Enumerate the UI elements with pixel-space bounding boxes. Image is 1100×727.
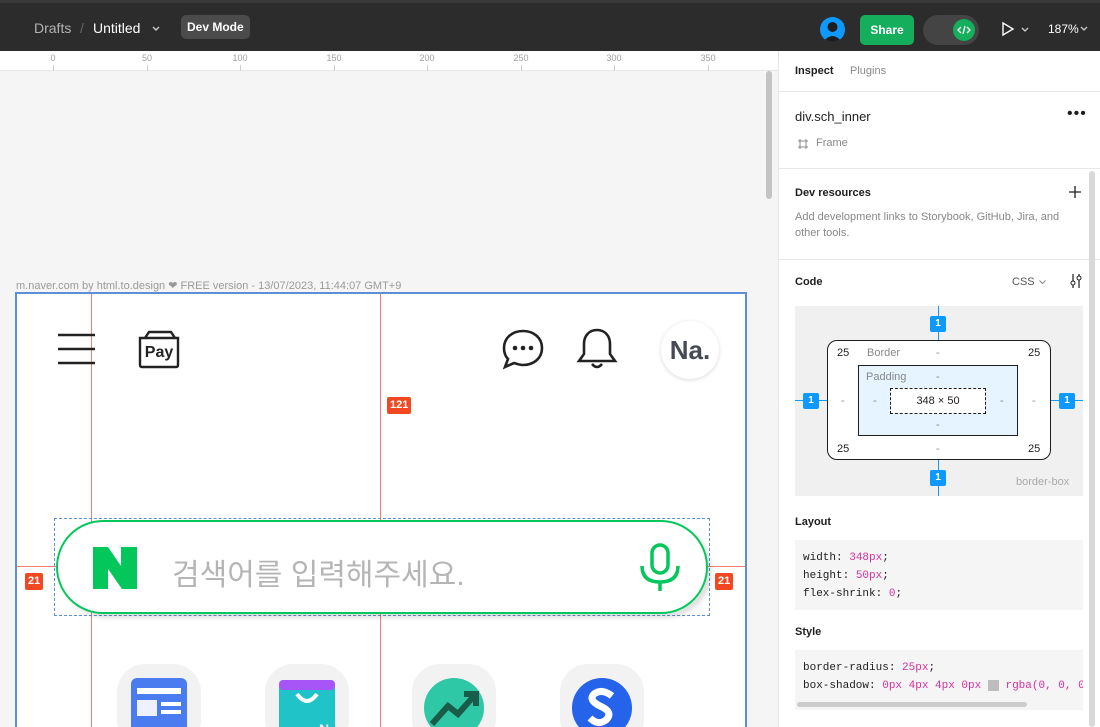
spacing-measure-badge: 121 bbox=[387, 397, 412, 414]
breadcrumb-drafts[interactable]: Drafts bbox=[34, 20, 71, 36]
color-swatch bbox=[987, 679, 999, 691]
border-bottom-value: - bbox=[936, 443, 940, 455]
more-options-icon[interactable]: ••• bbox=[1067, 105, 1087, 123]
add-icon[interactable] bbox=[1069, 186, 1081, 198]
padding-left-value: - bbox=[873, 395, 877, 407]
margin-right-value: 1 bbox=[1059, 393, 1075, 409]
border-left-value: - bbox=[841, 395, 845, 407]
pay-label: Pay bbox=[144, 344, 174, 361]
radius-bottom-left: 25 bbox=[837, 443, 850, 455]
style-code-block[interactable]: border-radius: 25px; box-shadow: 0px 4px… bbox=[795, 650, 1083, 710]
user-avatar[interactable] bbox=[820, 17, 845, 42]
panel-scrollbar[interactable] bbox=[1089, 171, 1095, 727]
horizontal-ruler: 0 50 100 150 200 250 300 350 bbox=[0, 51, 778, 71]
box-model-diagram: 348 × 50 1 1 1 1 Border 25 25 25 25 - - … bbox=[795, 306, 1083, 496]
radius-top-right: 25 bbox=[1028, 347, 1041, 359]
style-title: Style bbox=[795, 626, 822, 638]
dev-resources-title: Dev resources bbox=[795, 187, 871, 199]
file-name[interactable]: Untitled bbox=[93, 20, 140, 36]
border-label: Border bbox=[867, 347, 901, 359]
dev-resources-description: Add development links to Storybook, GitH… bbox=[795, 211, 1060, 239]
naver-frame[interactable]: Pay Na. 121 검색어를 입력해주세요. 21 21 bbox=[15, 292, 747, 727]
selection-name: div.sch_inner bbox=[795, 109, 871, 124]
user-icon bbox=[823, 22, 842, 42]
spacing-measure-left: 21 bbox=[25, 573, 44, 590]
search-bar[interactable]: 검색어를 입력해주세요. bbox=[56, 520, 708, 614]
inspect-panel: Inspect Plugins div.sch_inner ••• Frame … bbox=[778, 51, 1100, 727]
padding-bottom-value: - bbox=[936, 419, 940, 431]
code-line: flex-shrink: 0; bbox=[803, 588, 903, 600]
layout-title: Layout bbox=[795, 516, 832, 528]
ruler-tick: 200 bbox=[419, 53, 435, 63]
news-app-icon[interactable] bbox=[117, 664, 201, 727]
frame-icon bbox=[798, 139, 808, 149]
code-horizontal-scrollbar[interactable] bbox=[797, 702, 1027, 707]
code-line: border-radius: 25px; bbox=[803, 662, 936, 674]
zoom-chevron-icon[interactable] bbox=[1080, 26, 1088, 32]
ruler-tick: 100 bbox=[232, 53, 248, 63]
guide-line bbox=[380, 294, 381, 727]
tab-inspect[interactable]: Inspect bbox=[795, 65, 834, 77]
present-play-icon[interactable] bbox=[1000, 21, 1030, 37]
pay-icon[interactable]: Pay bbox=[137, 329, 181, 369]
bell-icon[interactable] bbox=[576, 326, 618, 370]
padding-label: Padding bbox=[866, 371, 907, 383]
hamburger-menu-icon[interactable] bbox=[57, 332, 97, 366]
spacing-measure-right: 21 bbox=[715, 573, 734, 590]
margin-left-value: 1 bbox=[803, 393, 819, 409]
zoom-level[interactable]: 187% bbox=[1048, 22, 1079, 36]
box-sizing-label: border-box bbox=[1016, 476, 1070, 488]
microphone-icon[interactable] bbox=[638, 542, 682, 594]
search-placeholder[interactable]: 검색어를 입력해주세요. bbox=[172, 550, 465, 594]
ruler-tick: 150 bbox=[326, 53, 342, 63]
canvas-scrollbar[interactable] bbox=[766, 71, 772, 199]
frame-label[interactable]: m.naver.com by html.to.design ❤ FREE ver… bbox=[16, 279, 401, 292]
border-top-value: - bbox=[936, 347, 940, 359]
ruler-tick: 0 bbox=[50, 53, 56, 63]
code-language-select[interactable]: CSS bbox=[1012, 276, 1035, 288]
svg-text:N: N bbox=[319, 721, 329, 727]
chevron-down-icon[interactable] bbox=[1039, 280, 1046, 285]
dev-mode-badge[interactable]: Dev Mode bbox=[181, 15, 250, 39]
padding-top-value: - bbox=[936, 371, 940, 383]
box-content-size: 348 × 50 bbox=[890, 388, 986, 414]
divider bbox=[779, 259, 1100, 260]
share-button[interactable]: Share bbox=[860, 15, 914, 45]
code-title: Code bbox=[795, 276, 823, 288]
shopping-app-icon[interactable]: N bbox=[265, 664, 349, 727]
code-line: width: 348px; bbox=[803, 552, 889, 564]
padding-right-value: - bbox=[1000, 395, 1004, 407]
guide-line bbox=[708, 566, 745, 567]
radius-bottom-right: 25 bbox=[1028, 443, 1041, 455]
canvas[interactable]: 0 50 100 150 200 250 300 350 m.naver.com… bbox=[0, 51, 778, 727]
divider bbox=[779, 168, 1100, 169]
ruler-tick: 350 bbox=[700, 53, 716, 63]
naver-logo-icon bbox=[93, 547, 137, 589]
border-right-value: - bbox=[1032, 395, 1036, 407]
dev-mode-toggle[interactable] bbox=[923, 15, 979, 45]
profile-avatar[interactable]: Na. bbox=[661, 321, 719, 379]
ruler-tick: 50 bbox=[141, 53, 153, 63]
ruler-tick: 300 bbox=[606, 53, 622, 63]
top-bar: Drafts / Untitled Dev Mode Share 187% bbox=[0, 0, 1100, 51]
code-icon bbox=[953, 19, 975, 41]
margin-bottom-value: 1 bbox=[930, 470, 946, 486]
tab-plugins[interactable]: Plugins bbox=[850, 65, 886, 77]
code-settings-icon[interactable] bbox=[1069, 273, 1083, 289]
s-app-icon[interactable] bbox=[560, 664, 644, 727]
stock-app-icon[interactable] bbox=[412, 664, 496, 727]
chevron-down-icon[interactable] bbox=[151, 25, 161, 33]
ruler-tick: 250 bbox=[513, 53, 529, 63]
code-line: height: 50px; bbox=[803, 570, 889, 582]
divider bbox=[779, 91, 1100, 92]
breadcrumb-separator: / bbox=[80, 20, 84, 36]
margin-top-value: 1 bbox=[930, 316, 946, 332]
chat-icon[interactable] bbox=[501, 328, 545, 370]
selection-type: Frame bbox=[816, 137, 848, 149]
layout-code-block[interactable]: width: 348px; height: 50px; flex-shrink:… bbox=[795, 540, 1083, 610]
radius-top-left: 25 bbox=[837, 347, 850, 359]
code-line: box-shadow: 0px 4px 4px 0px rgba(0, 0, 0 bbox=[803, 679, 1083, 692]
guide-line bbox=[17, 566, 56, 567]
